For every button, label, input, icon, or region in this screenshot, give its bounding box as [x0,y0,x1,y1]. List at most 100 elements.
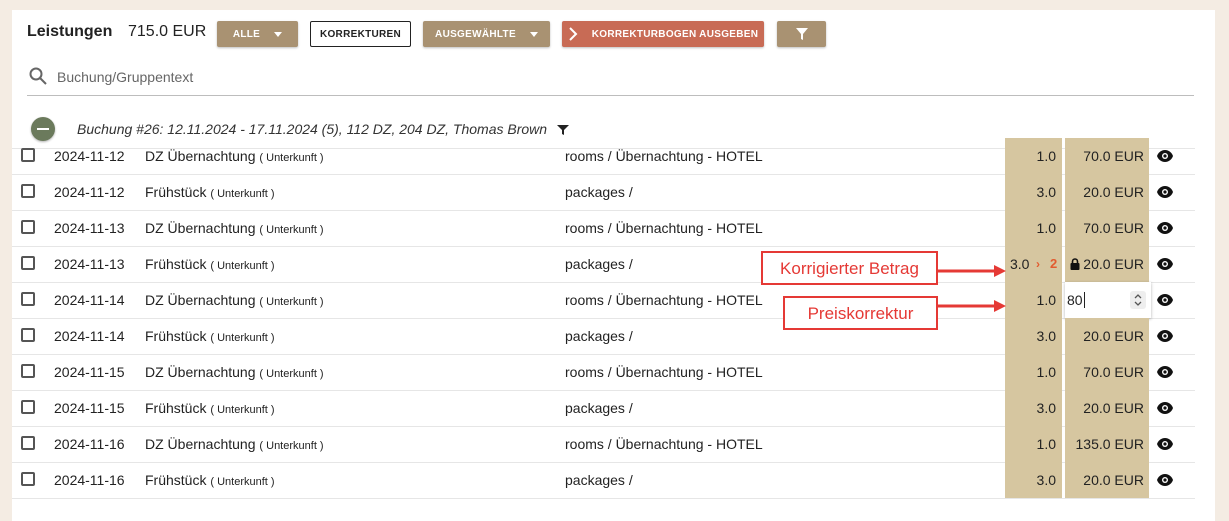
row-quantity[interactable]: 3.0 [1005,390,1062,426]
row-checkbox[interactable] [21,364,35,378]
row-category-path: packages / [565,400,633,416]
eye-icon[interactable] [1157,221,1173,235]
row-date: 2024-11-14 [54,328,125,344]
row-name-text: Frühstück [145,256,207,272]
row-price[interactable]: 70.0 EUR [1065,354,1149,390]
corrections-button[interactable]: KORREKTUREN [310,21,411,47]
output-correction-sheet-button[interactable]: KORREKTURBOGEN AUSGEBEN [562,21,764,47]
row-price[interactable]: 20.0 EUR [1065,174,1149,210]
corrections-label: KORREKTUREN [319,28,402,40]
eye-icon[interactable] [1157,365,1173,379]
row-name: DZ Übernachtung ( Unterkunft ) [145,364,324,380]
row-quantity[interactable]: 1.0 [1005,354,1062,390]
stepper-arrows-icon [1134,294,1142,306]
row-category: ( Unterkunft ) [259,152,324,164]
eye-icon[interactable] [1157,257,1173,271]
row-category: ( Unterkunft ) [210,404,275,416]
row-category-path: rooms / Übernachtung - HOTEL [565,292,763,308]
row-name: Frühstück ( Unterkunft ) [145,400,275,416]
price-stepper[interactable] [1130,291,1146,309]
row-price-locked[interactable]: 20.0 EUR [1065,246,1149,282]
row-checkbox[interactable] [21,328,35,342]
eye-icon[interactable] [1157,437,1173,451]
eye-icon[interactable] [1157,329,1173,343]
row-name-text: DZ Übernachtung [145,436,256,452]
row-checkbox[interactable] [21,256,35,270]
annotation-price-correction: Preiskorrektur [783,296,938,330]
row-price[interactable]: 20.0 EUR [1065,390,1149,426]
row-price[interactable]: 70.0 EUR [1065,138,1149,174]
row-quantity[interactable]: 3.0 [1005,318,1062,354]
row-checkbox[interactable] [21,400,35,414]
eye-icon[interactable] [1157,401,1173,415]
row-category-path: rooms / Übernachtung - HOTEL [565,436,763,452]
row-price[interactable]: 20.0 EUR [1065,462,1149,498]
row-quantity[interactable]: 3.0 [1005,174,1062,210]
table-row: 2024-11-14 Frühstück ( Unterkunft ) pack… [12,318,1195,355]
row-category: ( Unterkunft ) [259,296,324,308]
total-amount: 715.0 EUR [128,23,207,40]
row-name-text: DZ Übernachtung [145,364,256,380]
table-row: 2024-11-12 Frühstück ( Unterkunft ) pack… [12,174,1195,211]
row-quantity-corrected[interactable]: 3.0 › 2 [1005,246,1062,282]
row-category: ( Unterkunft ) [210,260,275,272]
toolbar: Leistungen 715.0 EUR ALLE KORREKTUREN AU… [12,10,1215,58]
row-date: 2024-11-16 [54,472,125,488]
all-dropdown-button[interactable]: ALLE [217,21,298,47]
group-filter-icon[interactable] [557,124,569,136]
row-name: DZ Übernachtung ( Unterkunft ) [145,436,324,452]
table-row: 2024-11-13 Frühstück ( Unterkunft ) pack… [12,246,1195,283]
table-row: 2024-11-15 DZ Übernachtung ( Unterkunft … [12,354,1195,391]
row-name-text: Frühstück [145,184,207,200]
row-name: Frühstück ( Unterkunft ) [145,328,275,344]
row-date: 2024-11-15 [54,400,125,416]
quantity-change-arrow: › [1036,257,1040,271]
row-checkbox[interactable] [21,184,35,198]
search-icon [29,67,47,85]
eye-icon[interactable] [1157,293,1173,307]
filter-icon [795,28,808,40]
row-quantity[interactable]: 1.0 [1005,282,1062,318]
row-checkbox[interactable] [21,220,35,234]
selected-dropdown-label: AUSGEWÄHLTE [435,28,516,40]
row-name-text: Frühstück [145,328,207,344]
row-quantity[interactable]: 1.0 [1005,210,1062,246]
row-checkbox[interactable] [21,472,35,486]
row-category-path: rooms / Übernachtung - HOTEL [565,220,763,236]
selected-dropdown-button[interactable]: AUSGEWÄHLTE [423,21,550,47]
row-date: 2024-11-16 [54,436,125,452]
price-correction-input[interactable]: 80 [1065,282,1151,318]
quantity-corrected: 2 [1050,256,1058,271]
row-name-text: Frühstück [145,472,207,488]
search-input[interactable] [57,66,657,88]
row-name: DZ Übernachtung ( Unterkunft ) [145,220,324,236]
filter-button[interactable] [777,21,826,47]
row-category: ( Unterkunft ) [259,440,324,452]
chevron-right-icon [569,27,578,41]
row-quantity[interactable]: 1.0 [1005,426,1062,462]
annotation-corrected-amount: Korrigierter Betrag [761,251,938,285]
row-checkbox[interactable] [21,148,35,162]
row-checkbox[interactable] [21,292,35,306]
table-row: 2024-11-14 DZ Übernachtung ( Unterkunft … [12,282,1195,319]
row-category: ( Unterkunft ) [210,332,275,344]
eye-icon[interactable] [1157,185,1173,199]
row-date: 2024-11-14 [54,292,125,308]
table-row: 2024-11-16 Frühstück ( Unterkunft ) pack… [12,462,1195,499]
row-category-path: packages / [565,328,633,344]
row-category-path: rooms / Übernachtung - HOTEL [565,148,763,164]
table-row: 2024-11-15 Frühstück ( Unterkunft ) pack… [12,390,1195,427]
row-category: ( Unterkunft ) [259,224,324,236]
annotation-arrow-icon [938,300,1006,312]
row-name: DZ Übernachtung ( Unterkunft ) [145,148,324,164]
row-category-path: packages / [565,472,633,488]
eye-icon[interactable] [1157,149,1173,163]
row-category-path: packages / [565,256,633,272]
row-checkbox[interactable] [21,436,35,450]
row-price[interactable]: 135.0 EUR [1065,426,1149,462]
row-price[interactable]: 20.0 EUR [1065,318,1149,354]
row-quantity[interactable]: 1.0 [1005,138,1062,174]
row-quantity[interactable]: 3.0 [1005,462,1062,498]
row-price[interactable]: 70.0 EUR [1065,210,1149,246]
eye-icon[interactable] [1157,473,1173,487]
